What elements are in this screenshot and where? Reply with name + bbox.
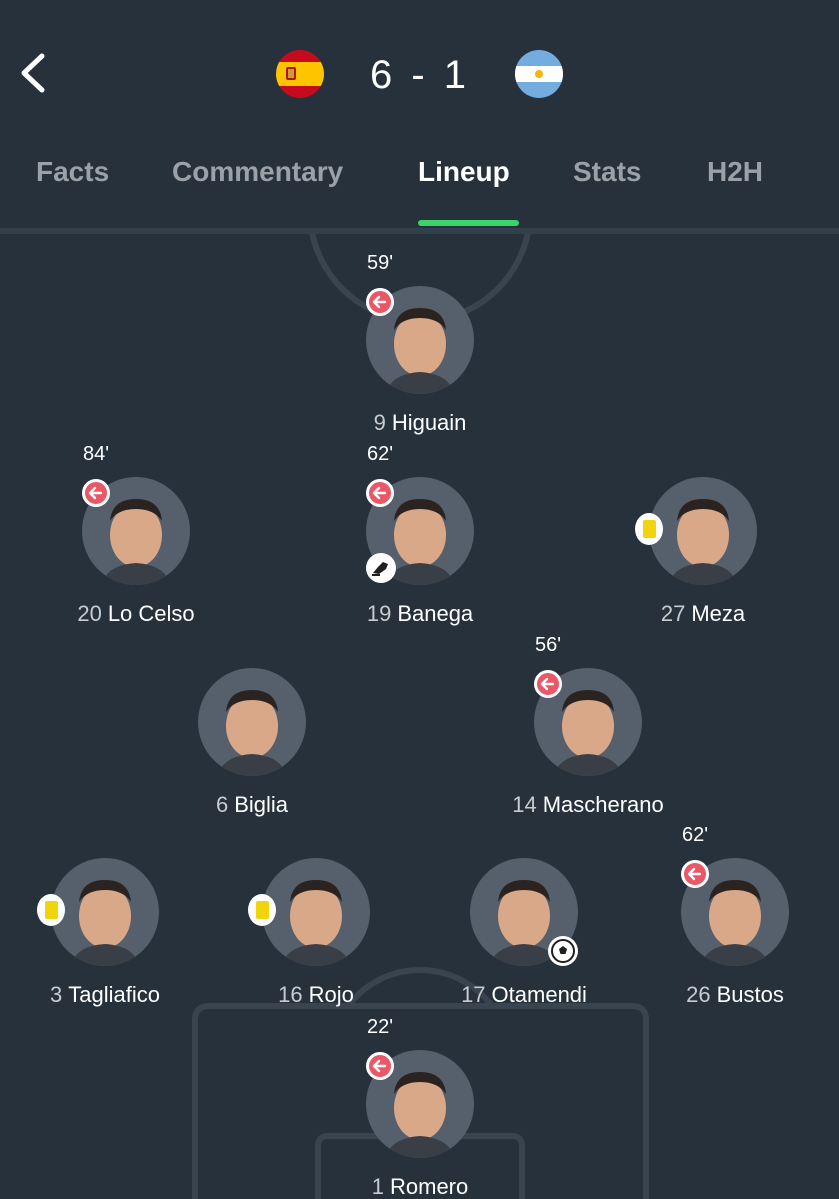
goal-ball-icon: [548, 936, 578, 966]
shirt-number: 9: [373, 410, 386, 435]
player-surname: Lo Celso: [107, 601, 195, 626]
player-name: 20 Lo Celso: [16, 601, 256, 627]
shirt-number: 1: [371, 1174, 384, 1199]
lineup-screen: 6 - 1 Facts Commentary Lineup Stats H2H …: [0, 0, 839, 1199]
player-name: 16 Rojo: [196, 982, 436, 1008]
tab-stats[interactable]: Stats: [573, 156, 641, 188]
player-card[interactable]: 16 Rojo: [216, 858, 416, 1038]
player-name: 26 Bustos: [615, 982, 839, 1008]
player-surname: Bustos: [716, 982, 784, 1007]
sub-off-arrow-icon: [534, 670, 562, 698]
shirt-number: 6: [215, 792, 229, 817]
shirt-number: 19: [366, 601, 392, 626]
tab-commentary[interactable]: Commentary: [172, 156, 343, 188]
yellow-card-icon: [248, 894, 276, 926]
yellow-card-icon: [37, 894, 65, 926]
sub-off-arrow-icon: [681, 860, 709, 888]
player-name: 3 Tagliafico: [0, 982, 225, 1008]
player-surname: Higuain: [391, 410, 467, 435]
player-name: 14 Mascherano: [468, 792, 708, 818]
shirt-number: 26: [686, 982, 711, 1007]
player-surname: Meza: [691, 601, 746, 626]
sub-off-arrow-icon: [82, 479, 110, 507]
player-surname: Mascherano: [542, 792, 664, 817]
player-surname: Otamendi: [491, 982, 587, 1007]
substitution-time: 84': [82, 443, 110, 465]
substitution-time: 22': [366, 1016, 394, 1038]
player-card[interactable]: 22' 1 Romero: [320, 1016, 520, 1199]
player-avatar: [51, 858, 159, 966]
spain-flag-icon[interactable]: [276, 50, 324, 98]
shirt-number: 27: [660, 601, 686, 626]
player-name: 1 Romero: [300, 1174, 540, 1199]
yellow-card-icon: [635, 513, 663, 545]
shirt-number: 3: [50, 982, 63, 1007]
player-card[interactable]: 59' 9 Higuain: [320, 252, 520, 466]
substitution-time: 62': [366, 443, 394, 465]
player-name: 9 Higuain: [300, 410, 540, 436]
tab-lineup[interactable]: Lineup: [418, 156, 510, 188]
tab-bar: Facts Commentary Lineup Stats H2H: [0, 150, 839, 230]
active-tab-indicator: [418, 220, 519, 226]
player-avatar: [262, 858, 370, 966]
player-surname: Rojo: [308, 982, 354, 1007]
player-name: 19 Banega: [300, 601, 540, 627]
player-avatar: [198, 668, 306, 776]
player-name: 27 Meza: [583, 601, 823, 627]
player-surname: Banega: [397, 601, 474, 626]
argentina-flag-icon[interactable]: [515, 50, 563, 98]
player-surname: Romero: [390, 1174, 469, 1199]
player-card[interactable]: 3 Tagliafico: [5, 858, 205, 1038]
player-card[interactable]: 62' 19 Banega: [320, 443, 520, 657]
player-name: 17 Otamendi: [404, 982, 644, 1008]
match-score: 6 - 1: [369, 53, 471, 97]
player-avatar: [649, 477, 757, 585]
substitution-time: 56': [534, 634, 562, 656]
score-row: 6 - 1: [0, 44, 839, 104]
substitution-time: 62': [681, 824, 709, 846]
header-divider: [0, 228, 839, 234]
shirt-number: 14: [512, 792, 537, 817]
player-card[interactable]: 84' 20 Lo Celso: [36, 443, 236, 657]
player-surname: Tagliafico: [68, 982, 160, 1007]
shirt-number: 16: [278, 982, 303, 1007]
sub-off-arrow-icon: [366, 479, 394, 507]
shirt-number: 20: [77, 601, 102, 626]
shirt-number: 17: [461, 982, 486, 1007]
tab-h2h[interactable]: H2H: [707, 156, 763, 188]
player-card[interactable]: 6 Biglia: [152, 668, 352, 848]
player-card[interactable]: 56' 14 Mascherano: [488, 634, 688, 848]
sub-off-arrow-icon: [366, 288, 394, 316]
tab-facts[interactable]: Facts: [36, 156, 109, 188]
player-surname: Biglia: [234, 792, 289, 817]
player-name: 6 Biglia: [132, 792, 372, 818]
assist-boot-icon: [366, 553, 396, 583]
player-card[interactable]: 62' 26 Bustos: [635, 824, 835, 1038]
sub-off-arrow-icon: [366, 1052, 394, 1080]
player-card[interactable]: 27 Meza: [603, 477, 803, 657]
player-card[interactable]: 17 Otamendi: [424, 858, 624, 1038]
substitution-time: 59': [366, 252, 394, 274]
match-header: 6 - 1 Facts Commentary Lineup Stats H2H: [0, 0, 839, 234]
